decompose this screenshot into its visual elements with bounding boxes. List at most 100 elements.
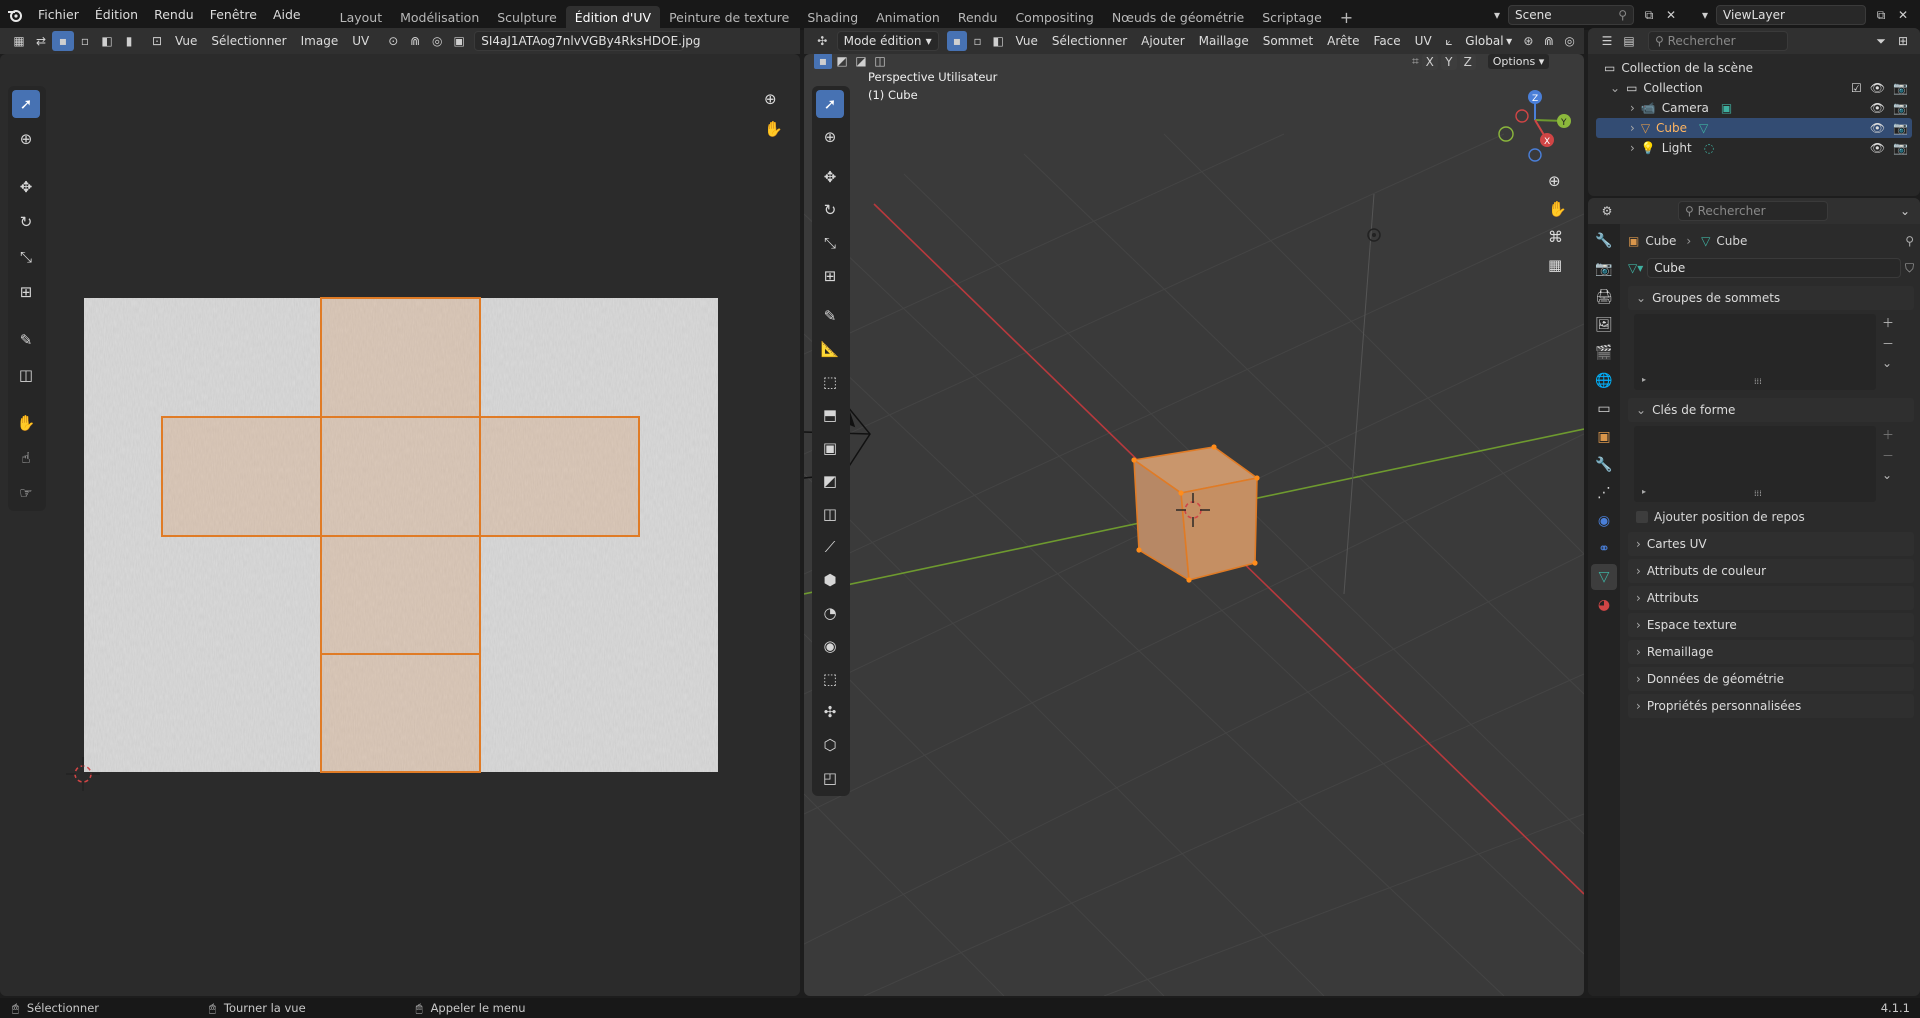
panel-geometry-data[interactable]: › Données de géométrie	[1628, 667, 1914, 691]
new-scene-icon[interactable]: ⧉	[1638, 5, 1660, 25]
vp-shrink-tool-icon[interactable]: ✣	[816, 698, 844, 726]
vp-menu-maillage[interactable]: Maillage	[1192, 34, 1256, 48]
panel-texture-space[interactable]: › Espace texture	[1628, 613, 1914, 637]
select-box-tool-icon[interactable]: ➚	[12, 90, 40, 118]
select-extend-icon[interactable]: ◩	[833, 54, 851, 69]
vp-menu-arete[interactable]: Arête	[1320, 34, 1366, 48]
vertex-group-menu-icon[interactable]: ⌄	[1882, 356, 1894, 370]
vp-scale-tool-icon[interactable]: ⤡	[816, 229, 844, 257]
expand-chevron-icon[interactable]: ›	[1630, 101, 1635, 115]
transform-tool-icon[interactable]: ⊞	[12, 278, 40, 306]
vp-edge-slide-tool-icon[interactable]: ⬚	[816, 665, 844, 693]
menu-aide[interactable]: Aide	[265, 0, 309, 30]
zoom-icon[interactable]: ⊕	[764, 90, 777, 108]
vp-measure-tool-icon[interactable]: 📐	[816, 335, 844, 363]
edge-select-icon[interactable]: ▫	[74, 31, 96, 51]
remove-shape-key-icon[interactable]: －	[1882, 447, 1894, 464]
add-vertex-group-icon[interactable]: ＋	[1882, 314, 1894, 331]
render-tab-icon[interactable]: 📷	[1591, 256, 1617, 282]
vp-menu-ajouter[interactable]: Ajouter	[1134, 34, 1192, 48]
delete-viewlayer-icon[interactable]: ✕	[1892, 5, 1914, 25]
vp-ortho-grid-icon[interactable]: ▦	[1548, 256, 1567, 274]
tab-rendu[interactable]: Rendu	[949, 6, 1007, 30]
pinch-tool-icon[interactable]: ☞	[12, 479, 40, 507]
tab-scriptage[interactable]: Scriptage	[1253, 6, 1331, 30]
panel-uv-maps[interactable]: › Cartes UV	[1628, 532, 1914, 556]
uv-menu-uv[interactable]: UV	[345, 34, 376, 48]
image-name-field[interactable]: SI4aJ1ATAog7nlvVGBy4RksHDOE.jpg	[474, 31, 701, 51]
proportional-icon[interactable]: ◎	[426, 31, 448, 51]
vertex-select-icon[interactable]: ▪	[52, 31, 74, 51]
light-visibility-icon[interactable]: 👁	[1870, 141, 1885, 155]
new-viewlayer-icon[interactable]: ⧉	[1870, 5, 1892, 25]
vp-select-tool-icon[interactable]: ➚	[816, 90, 844, 118]
uv-menu-vue[interactable]: Vue	[168, 34, 204, 48]
cursor-tool-icon[interactable]: ⊕	[12, 125, 40, 153]
vertex-mode-icon[interactable]: ▪	[946, 31, 968, 51]
select-subtract-icon[interactable]: ◪	[852, 54, 870, 69]
blender-logo-icon[interactable]	[0, 7, 30, 23]
select-intersect-icon[interactable]: ◫	[871, 54, 889, 69]
object-tab-icon[interactable]: ▣	[1591, 424, 1617, 450]
image-browse-icon[interactable]: ▣	[448, 31, 470, 51]
viewport-editor-type-icon[interactable]: ✣	[812, 31, 833, 51]
sync-selection-icon[interactable]: ⇄	[30, 31, 52, 51]
vp-camera-view-icon[interactable]: ⌘	[1548, 228, 1567, 246]
options-dropdown[interactable]: Options ▾	[1486, 54, 1551, 70]
collection-visibility-icon[interactable]: 👁	[1870, 81, 1885, 95]
tab-geometry-nodes[interactable]: Nœuds de géométrie	[1103, 6, 1253, 30]
output-tab-icon[interactable]: 🖨	[1591, 284, 1617, 310]
properties-options-icon[interactable]: ⌄	[1894, 201, 1916, 221]
physics-tab-icon[interactable]: ◉	[1591, 508, 1617, 534]
breadcrumb-mesh[interactable]: Cube	[1716, 234, 1747, 248]
vp-smooth-tool-icon[interactable]: ◉	[816, 632, 844, 660]
new-collection-icon[interactable]: ⊞	[1892, 31, 1914, 51]
vp-pan-hand-icon[interactable]: ✋	[1548, 200, 1567, 218]
pin-icon[interactable]: ⚲	[1618, 8, 1627, 22]
shape-key-menu-icon[interactable]: ⌄	[1882, 468, 1894, 482]
mirror-z-toggle[interactable]: Z	[1459, 54, 1476, 70]
vp-add-cube-tool-icon[interactable]: ⬚	[816, 368, 844, 396]
editor-type-icon[interactable]: ▦	[8, 31, 30, 51]
face-mode-icon[interactable]: ◧	[988, 31, 1009, 51]
mesh-name-field[interactable]: Cube	[1647, 258, 1901, 278]
menu-rendu[interactable]: Rendu	[146, 0, 202, 30]
edge-mode-icon[interactable]: ▫	[967, 31, 988, 51]
vp-move-tool-icon[interactable]: ✥	[816, 163, 844, 191]
fake-user-shield-icon[interactable]: ⛉	[1905, 261, 1914, 276]
tab-peinture-texture[interactable]: Peinture de texture	[660, 6, 798, 30]
navigation-gizmo[interactable]: Z Y X	[1498, 90, 1571, 162]
light-render-icon[interactable]: 📷	[1893, 141, 1908, 155]
vp-polybuild-tool-icon[interactable]: ⬢	[816, 566, 844, 594]
tool-tab-icon[interactable]: 🔧	[1591, 228, 1617, 254]
relax-tool-icon[interactable]: ☝	[12, 444, 40, 472]
camera-render-icon[interactable]: 📷	[1893, 101, 1908, 115]
breadcrumb-object[interactable]: Cube	[1645, 234, 1676, 248]
panel-attributes[interactable]: › Attributs	[1628, 586, 1914, 610]
island-select-icon[interactable]: ▮	[118, 31, 140, 51]
mirror-y-toggle[interactable]: Y	[1440, 54, 1457, 70]
mesh-data-icon[interactable]: ▽	[1699, 121, 1708, 135]
panel-color-attributes[interactable]: › Attributs de couleur	[1628, 559, 1914, 583]
scene-selector[interactable]: Scene ⚲	[1508, 5, 1634, 25]
pan-hand-icon[interactable]: ✋	[764, 120, 783, 138]
add-workspace-button[interactable]: +	[1331, 6, 1362, 30]
tab-modelisation[interactable]: Modélisation	[391, 6, 488, 30]
vp-menu-face[interactable]: Face	[1367, 34, 1408, 48]
collection-render-icon[interactable]: 📷	[1893, 81, 1908, 95]
pivot-point-icon[interactable]: ⊛	[1518, 31, 1539, 51]
scene-collection-row[interactable]: ▭ Collection de la scène	[1596, 58, 1912, 78]
snapping-icon[interactable]: ⋒	[1539, 31, 1560, 51]
annotate-tool-icon[interactable]: ✎	[12, 326, 40, 354]
viewport-canvas[interactable]: Z Y X Perspective Utilisateur (1) Cube ▪…	[804, 54, 1584, 996]
vp-loopcut-tool-icon[interactable]: ◫	[816, 500, 844, 528]
light-object-icon[interactable]	[1367, 228, 1381, 242]
world-tab-icon[interactable]: 🌐	[1591, 368, 1617, 394]
camera-visibility-icon[interactable]: 👁	[1870, 101, 1885, 115]
rotate-tool-icon[interactable]: ↻	[12, 208, 40, 236]
rip-tool-icon[interactable]: ◫	[12, 361, 40, 389]
remove-vertex-group-icon[interactable]: －	[1882, 335, 1894, 352]
vp-bevel-tool-icon[interactable]: ◩	[816, 467, 844, 495]
move-tool-icon[interactable]: ✥	[12, 173, 40, 201]
vertex-groups-list[interactable]: ▸ ⁞⁞⁞	[1634, 314, 1876, 390]
